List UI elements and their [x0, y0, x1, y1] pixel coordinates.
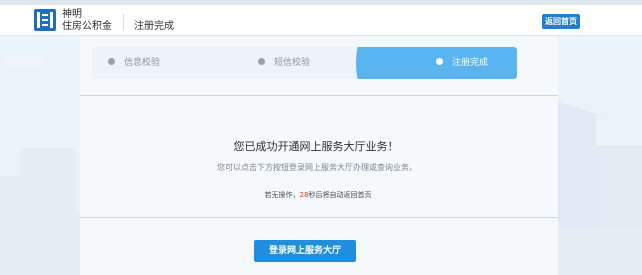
step-label: 信息校验: [124, 58, 161, 68]
progress-steps: 信息校验 短信校验 注册完成: [92, 47, 517, 79]
page-title: 注册完成: [134, 21, 174, 32]
housing-fund-logo-icon: [34, 9, 56, 31]
step-sms-check: 短信校验: [258, 47, 310, 79]
step-info-check: 信息校验: [108, 47, 160, 79]
header-divider: [123, 14, 124, 30]
step-registration-complete: 注册完成: [436, 47, 488, 79]
header: 神明 住房公积金 注册完成 返回首页: [0, 5, 642, 36]
divider-bottom: [80, 217, 558, 218]
success-description: 您可以点击下方按钮登录网上服务大厅办理或查询业务。: [217, 163, 417, 172]
return-home-button[interactable]: 返回首页: [542, 14, 580, 29]
step-dot-icon: [436, 58, 443, 65]
countdown-prefix: 若无操作，: [264, 191, 300, 199]
step-label: 注册完成: [452, 58, 489, 68]
step-label: 短信校验: [274, 58, 311, 68]
login-service-hall-button[interactable]: 登录网上服务大厅: [254, 240, 356, 262]
countdown-suffix: 秒后将自动返回首页: [308, 191, 372, 199]
divider-top: [80, 95, 558, 96]
brand-name: 神明 住房公积金: [62, 9, 112, 33]
brand-name-line1: 神明: [62, 9, 82, 20]
step-dot-icon: [258, 58, 265, 65]
success-message: 您已成功开通网上服务大厅业务！: [233, 140, 399, 153]
countdown-notice: 若无操作，28秒后将自动返回首页: [0, 190, 642, 200]
step-dot-icon: [108, 58, 115, 65]
brand-name-line2: 住房公积金: [62, 21, 112, 32]
